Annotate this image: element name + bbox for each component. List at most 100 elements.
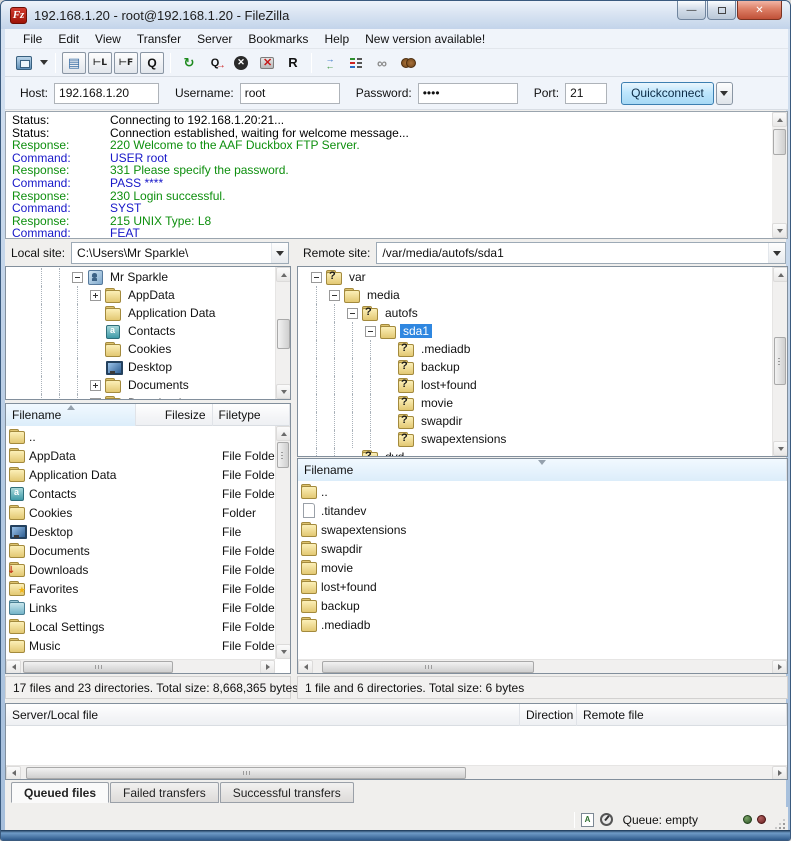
column-header-filename[interactable]: Filename bbox=[298, 459, 787, 481]
toggle-transfer-queue-button[interactable]: Q bbox=[140, 52, 164, 74]
tree-item-swapdir[interactable]: ?swapdir bbox=[298, 412, 787, 430]
file-row-movie[interactable]: movie bbox=[298, 558, 787, 577]
queue-hscrollbar[interactable] bbox=[6, 765, 787, 779]
tree-item-sda1[interactable]: sda1 bbox=[298, 322, 787, 340]
scroll-left-button[interactable] bbox=[298, 660, 313, 674]
column-header-server-local-file[interactable]: Server/Local file bbox=[6, 704, 520, 726]
scroll-down-button[interactable] bbox=[773, 441, 788, 456]
file-row-links[interactable]: LinksFile Folder bbox=[6, 598, 275, 617]
column-header-filetype[interactable]: Filetype bbox=[213, 404, 290, 426]
menu-item-view[interactable]: View bbox=[87, 30, 129, 48]
refresh-button[interactable]: ↻ bbox=[177, 52, 201, 74]
local-list-scrollbar[interactable] bbox=[275, 426, 290, 659]
local-tree-scrollbar[interactable] bbox=[275, 267, 290, 399]
menu-item-server[interactable]: Server bbox=[189, 30, 240, 48]
column-header-remote-file[interactable]: Remote file bbox=[577, 704, 787, 726]
expander-minus-icon[interactable] bbox=[311, 272, 322, 283]
expander-minus-icon[interactable] bbox=[365, 326, 376, 337]
column-header-filename[interactable]: Filename bbox=[6, 404, 136, 426]
menu-item-new-version-available[interactable]: New version available! bbox=[357, 30, 493, 48]
title-bar[interactable]: Fz 192.168.1.20 - root@192.168.1.20 - Fi… bbox=[1, 1, 790, 29]
file-row-application-data[interactable]: Application DataFile Folder bbox=[6, 465, 275, 484]
tree-item-appdata[interactable]: AppData bbox=[6, 286, 290, 304]
scroll-left-button[interactable] bbox=[6, 660, 21, 674]
file-row-lost-found[interactable]: lost+found bbox=[298, 577, 787, 596]
file-row-appdata[interactable]: AppDataFile Folder bbox=[6, 446, 275, 465]
file-row--[interactable]: .. bbox=[298, 482, 787, 501]
remote-list-hscrollbar[interactable] bbox=[298, 659, 787, 673]
scrollbar-thumb[interactable] bbox=[774, 337, 786, 385]
file-row-documents[interactable]: DocumentsFile Folder bbox=[6, 541, 275, 560]
quickconnect-button[interactable]: Quickconnect bbox=[621, 82, 714, 105]
remote-tree-scrollbar[interactable] bbox=[772, 267, 787, 456]
scroll-left-button[interactable] bbox=[6, 766, 21, 780]
message-log-scrollbar[interactable] bbox=[772, 112, 787, 238]
file-row-local-settings[interactable]: Local SettingsFile Folder bbox=[6, 617, 275, 636]
tree-item-downloads[interactable]: ↓Downloads bbox=[6, 394, 290, 400]
tree-item-application-data[interactable]: Application Data bbox=[6, 304, 290, 322]
file-row-desktop[interactable]: DesktopFile bbox=[6, 522, 275, 541]
file-row-swapdir[interactable]: swapdir bbox=[298, 539, 787, 558]
tree-item-var[interactable]: ?var bbox=[298, 268, 787, 286]
password-input[interactable] bbox=[418, 83, 518, 104]
process-queue-button[interactable]: Q bbox=[203, 52, 227, 74]
tree-item-autofs[interactable]: ?autofs bbox=[298, 304, 787, 322]
port-input[interactable] bbox=[565, 83, 607, 104]
scroll-right-button[interactable] bbox=[260, 660, 275, 674]
file-row-contacts[interactable]: ContactsFile Folder bbox=[6, 484, 275, 503]
expander-minus-icon[interactable] bbox=[329, 290, 340, 301]
disconnect-button[interactable] bbox=[255, 52, 279, 74]
combo-dropdown-button[interactable] bbox=[271, 243, 288, 263]
local-list-hscrollbar[interactable] bbox=[6, 659, 275, 673]
tree-item-mr-sparkle[interactable]: Mr Sparkle bbox=[6, 268, 290, 286]
expander-minus-icon[interactable] bbox=[347, 308, 358, 319]
tree-item-lost-found[interactable]: ?lost+found bbox=[298, 376, 787, 394]
file-row-cookies[interactable]: CookiesFolder bbox=[6, 503, 275, 522]
file-row-music[interactable]: MusicFile Folder bbox=[6, 636, 275, 655]
tree-item-dvd[interactable]: ?dvd bbox=[298, 448, 787, 457]
resize-grip[interactable] bbox=[773, 817, 785, 829]
file-row--mediadb[interactable]: .mediadb bbox=[298, 615, 787, 634]
scroll-down-button[interactable] bbox=[276, 384, 291, 399]
close-button[interactable]: ✕ bbox=[737, 1, 782, 20]
minimize-button[interactable]: — bbox=[677, 1, 706, 20]
menu-item-bookmarks[interactable]: Bookmarks bbox=[240, 30, 316, 48]
tree-item-media[interactable]: media bbox=[298, 286, 787, 304]
synchronized-browsing-button[interactable]: ∞ bbox=[370, 52, 394, 74]
tree-item-desktop[interactable]: Desktop bbox=[6, 358, 290, 376]
scrollbar-thumb[interactable] bbox=[773, 129, 786, 155]
transfer-type-icon[interactable] bbox=[581, 813, 594, 827]
username-input[interactable] bbox=[240, 83, 340, 104]
file-row--[interactable]: .. bbox=[6, 427, 275, 446]
file-row-downloads[interactable]: ↓DownloadsFile Folder bbox=[6, 560, 275, 579]
scroll-up-button[interactable] bbox=[276, 426, 291, 441]
column-header-filesize[interactable]: Filesize bbox=[136, 404, 212, 426]
site-manager-dropdown-button[interactable] bbox=[37, 52, 50, 74]
scroll-down-button[interactable] bbox=[772, 223, 787, 238]
menu-item-edit[interactable]: Edit bbox=[50, 30, 87, 48]
directory-comparison-button[interactable]: →← bbox=[318, 52, 342, 74]
local-site-combobox[interactable]: C:\Users\Mr Sparkle\ bbox=[71, 242, 289, 264]
file-row--titandev[interactable]: .titandev bbox=[298, 501, 787, 520]
find-files-button[interactable] bbox=[396, 52, 420, 74]
toggle-remote-treeview-button[interactable]: ⊢F bbox=[114, 52, 138, 74]
scroll-down-button[interactable] bbox=[276, 644, 291, 659]
scrollbar-thumb[interactable] bbox=[277, 442, 289, 468]
file-row-swapextensions[interactable]: swapextensions bbox=[298, 520, 787, 539]
cancel-operation-button[interactable]: ✕ bbox=[229, 52, 253, 74]
file-row-favorites[interactable]: ★FavoritesFile Folder bbox=[6, 579, 275, 598]
expander-plus-icon[interactable] bbox=[90, 398, 101, 401]
file-row-backup[interactable]: backup bbox=[298, 596, 787, 615]
tree-item-contacts[interactable]: Contacts bbox=[6, 322, 290, 340]
quickconnect-dropdown-button[interactable] bbox=[716, 82, 733, 105]
maximize-button[interactable] bbox=[707, 1, 736, 20]
remote-site-combobox[interactable]: /var/media/autofs/sda1 bbox=[376, 242, 786, 264]
scrollbar-thumb[interactable] bbox=[26, 767, 466, 779]
tab-successful-transfers[interactable]: Successful transfers bbox=[220, 782, 354, 803]
speed-limits-icon[interactable] bbox=[600, 813, 613, 826]
site-manager-button[interactable] bbox=[12, 52, 36, 74]
expander-minus-icon[interactable] bbox=[72, 272, 83, 283]
tree-item-swapextensions[interactable]: ?swapextensions bbox=[298, 430, 787, 448]
column-header-direction[interactable]: Direction bbox=[520, 704, 577, 726]
scrollbar-thumb[interactable] bbox=[277, 319, 290, 349]
